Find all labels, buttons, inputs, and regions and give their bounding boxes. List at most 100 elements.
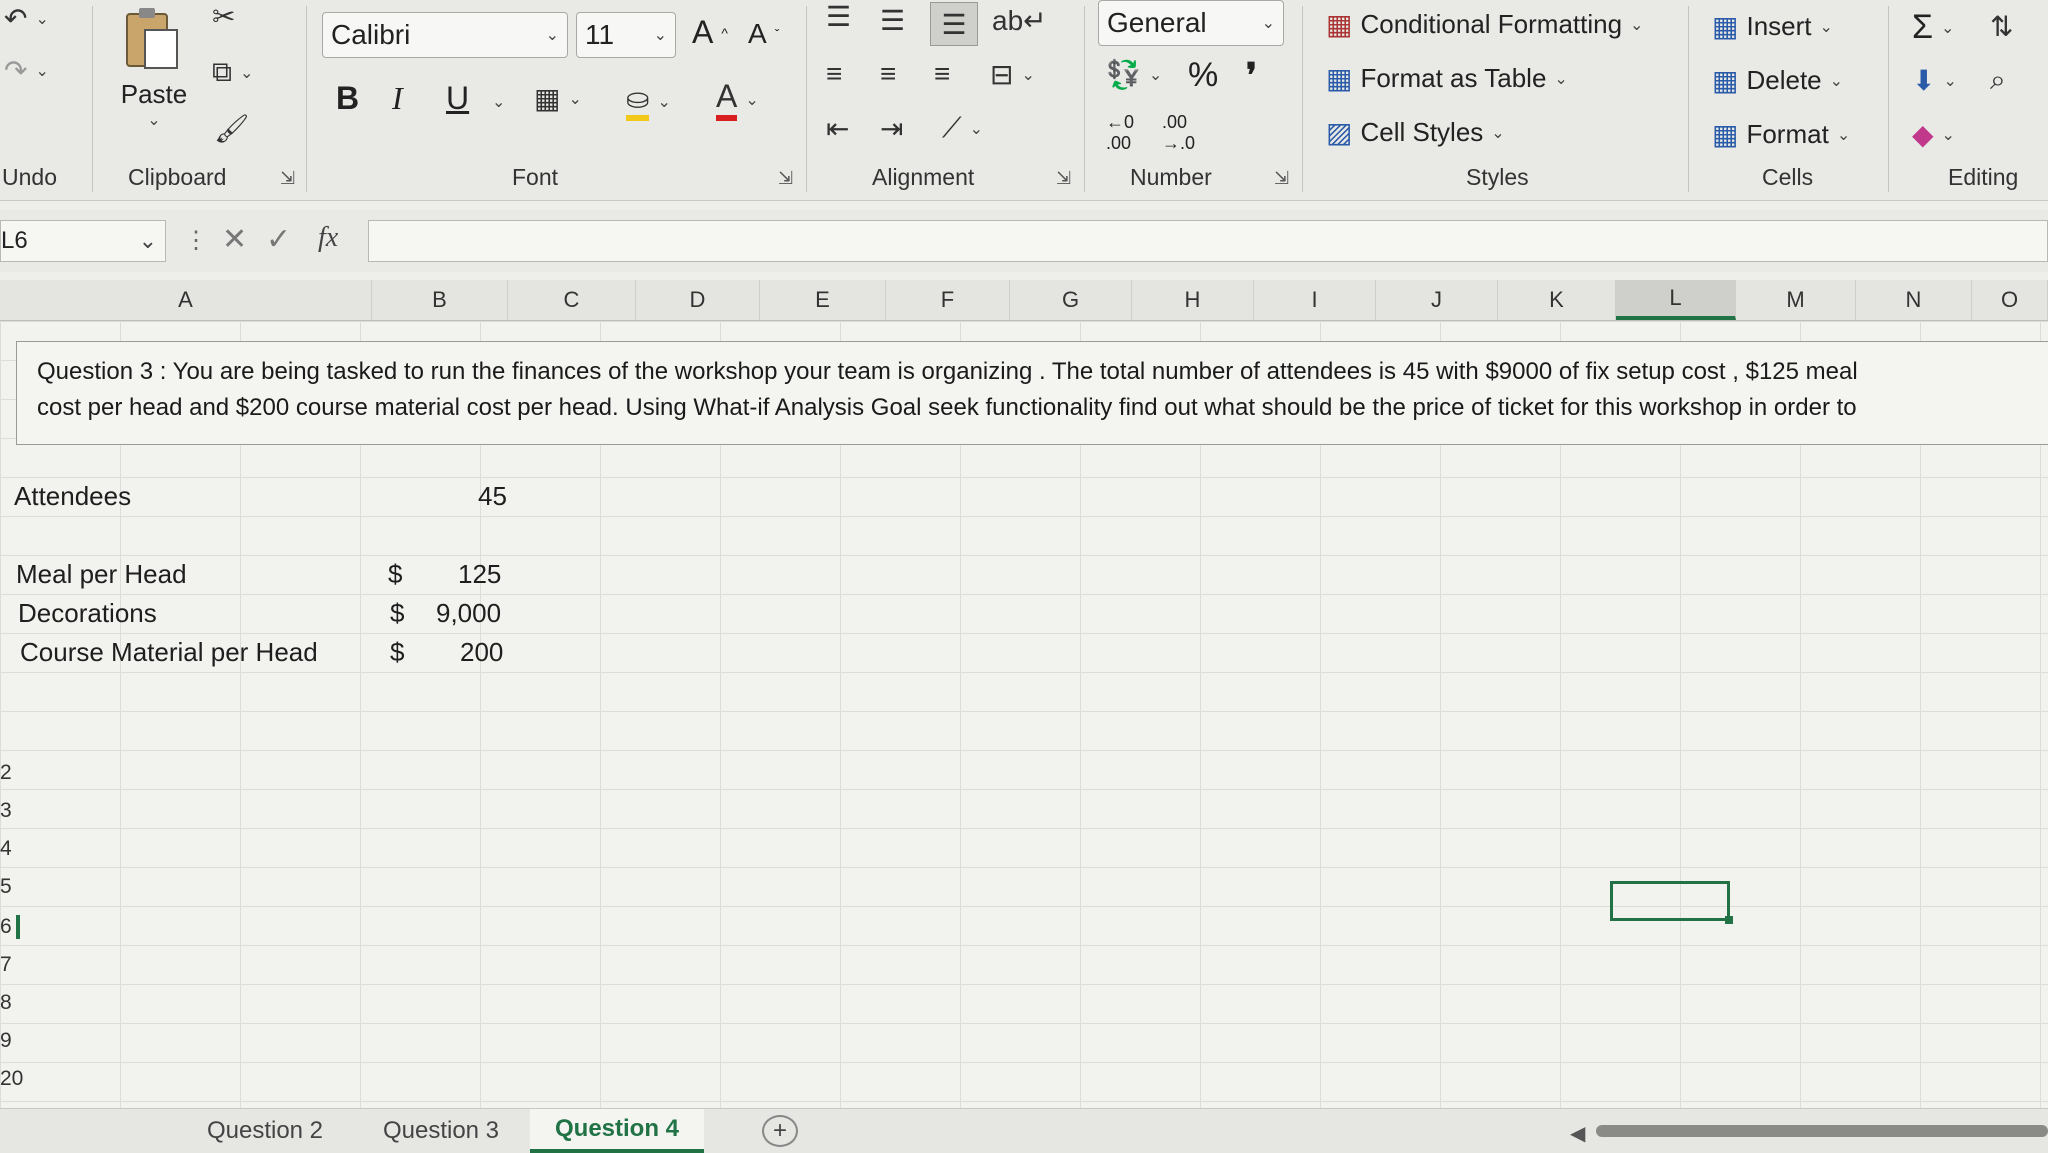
row-number[interactable]: 3 bbox=[0, 799, 12, 823]
worksheet-grid[interactable]: Question 3 : You are being tasked to run… bbox=[0, 321, 2048, 1111]
column-header-h[interactable]: H bbox=[1132, 280, 1254, 320]
comma-style-button[interactable]: ❜ bbox=[1246, 56, 1257, 96]
name-box[interactable]: L6 ⌄ bbox=[0, 220, 166, 262]
meal-per-head-label[interactable]: Meal per Head bbox=[16, 559, 187, 590]
column-header-e[interactable]: E bbox=[760, 280, 886, 320]
format-as-table-button[interactable]: ▦ Format as Table ⌄ bbox=[1326, 62, 1568, 95]
shrink-font-button[interactable]: Aˇ bbox=[748, 18, 779, 50]
enter-icon[interactable]: ✓ bbox=[266, 222, 291, 257]
launcher-icon[interactable]: ⇲ bbox=[778, 168, 793, 189]
horizontal-scrollbar[interactable] bbox=[1596, 1125, 2048, 1137]
bottom-align-button[interactable]: ☰ bbox=[930, 2, 978, 46]
column-header-k[interactable]: K bbox=[1498, 280, 1616, 320]
decorations-label[interactable]: Decorations bbox=[18, 598, 157, 629]
scroll-left-icon[interactable]: ◀ bbox=[1570, 1121, 1585, 1146]
accounting-format-button[interactable]: 💱 ⌄ bbox=[1106, 58, 1162, 91]
column-header-n[interactable]: N bbox=[1856, 280, 1972, 320]
autosum-button[interactable]: Σ ⌄ bbox=[1912, 8, 1954, 47]
row-number[interactable]: 9 bbox=[0, 1029, 12, 1053]
column-header-c[interactable]: C bbox=[508, 280, 636, 320]
column-header-a[interactable]: A bbox=[0, 280, 372, 320]
borders-button[interactable]: ▦ ⌄ bbox=[534, 82, 582, 115]
row-number[interactable]: 2 bbox=[0, 761, 12, 785]
align-left-button[interactable]: ≡ bbox=[826, 58, 842, 90]
grow-font-button[interactable]: A ^ bbox=[692, 14, 728, 51]
question-text-line1: Question 3 : You are being tasked to run… bbox=[37, 358, 1858, 385]
launcher-icon[interactable]: ⇲ bbox=[280, 168, 295, 189]
launcher-icon[interactable]: ⇲ bbox=[1274, 168, 1289, 189]
column-header-l[interactable]: L bbox=[1616, 280, 1736, 320]
top-align-button[interactable]: ☰ bbox=[826, 0, 851, 33]
formula-input[interactable] bbox=[368, 220, 2048, 262]
row-number[interactable]: 7 bbox=[0, 953, 12, 977]
tab-question-4[interactable]: Question 4 bbox=[530, 1109, 704, 1153]
column-header-j[interactable]: J bbox=[1376, 280, 1498, 320]
increase-indent-button[interactable]: ⇥ bbox=[880, 112, 903, 145]
font-color-button[interactable]: A ⌄ bbox=[716, 78, 759, 121]
redo-button[interactable]: ↷ ⌄ bbox=[4, 54, 49, 87]
column-header-o[interactable]: O bbox=[1972, 280, 2048, 320]
row-number[interactable]: 20 bbox=[0, 1067, 23, 1091]
number-format-dropdown[interactable]: General ⌄ bbox=[1098, 0, 1284, 46]
fill-handle[interactable] bbox=[1725, 916, 1733, 924]
column-header-d[interactable]: D bbox=[636, 280, 760, 320]
divider bbox=[1084, 6, 1085, 192]
tab-question-2[interactable]: Question 2 bbox=[190, 1109, 340, 1153]
insert-button[interactable]: ▦ Insert ⌄ bbox=[1712, 10, 1833, 43]
decrease-indent-button[interactable]: ⇤ bbox=[826, 112, 849, 145]
find-select-button[interactable]: ⌕ bbox=[1990, 64, 2006, 97]
fill-button[interactable]: ⬇ ⌄ bbox=[1912, 64, 1957, 97]
column-header-i[interactable]: I bbox=[1254, 280, 1376, 320]
active-cell-selection[interactable] bbox=[1610, 881, 1730, 921]
row-number[interactable]: 8 bbox=[0, 991, 12, 1015]
cut-button[interactable]: ✂ bbox=[212, 0, 235, 33]
middle-align-button[interactable]: ☰ bbox=[880, 4, 905, 37]
column-header-b[interactable]: B bbox=[372, 280, 508, 320]
course-material-label[interactable]: Course Material per Head bbox=[20, 637, 318, 668]
decrease-decimal-button[interactable]: .00 →.0 bbox=[1162, 112, 1195, 154]
cancel-icon[interactable]: ✕ bbox=[222, 222, 247, 257]
column-header-m[interactable]: M bbox=[1736, 280, 1856, 320]
increase-decimal-button[interactable]: ←0.00 bbox=[1106, 112, 1134, 154]
clear-button[interactable]: ◆ ⌄ bbox=[1912, 118, 1955, 151]
attendees-value[interactable]: 45 bbox=[478, 481, 507, 512]
merge-center-button[interactable]: ⊟ ⌄ bbox=[990, 58, 1035, 91]
bold-button[interactable]: B bbox=[336, 80, 359, 117]
format-button[interactable]: ▦ Format ⌄ bbox=[1712, 118, 1850, 151]
more-icon[interactable]: ⋮ bbox=[184, 226, 208, 255]
alignment-group-label: Alignment bbox=[872, 164, 975, 190]
format-painter-button[interactable]: 🖌 bbox=[214, 112, 250, 145]
delete-button[interactable]: ▦ Delete ⌄ bbox=[1712, 64, 1843, 97]
row-number-selected[interactable]: 6 bbox=[0, 915, 20, 939]
launcher-icon[interactable]: ⇲ bbox=[1056, 168, 1071, 189]
copy-button[interactable]: ⧉ ⌄ bbox=[212, 56, 253, 89]
wrap-text-button[interactable]: ab↵ bbox=[992, 4, 1047, 37]
paste-button[interactable]: Paste ⌄ bbox=[118, 4, 190, 130]
undo-button[interactable]: ↶ ⌄ bbox=[4, 2, 49, 35]
percent-button[interactable]: % bbox=[1188, 56, 1218, 95]
meal-per-head-value[interactable]: 125 bbox=[458, 559, 501, 590]
attendees-label[interactable]: Attendees bbox=[14, 481, 131, 512]
align-center-button[interactable]: ≡ bbox=[880, 58, 896, 90]
underline-button[interactable]: U bbox=[446, 80, 469, 117]
row-number[interactable]: 5 bbox=[0, 875, 12, 899]
column-header-f[interactable]: F bbox=[886, 280, 1010, 320]
font-name-dropdown[interactable]: Calibri ⌄ bbox=[322, 12, 568, 58]
font-size-dropdown[interactable]: 11 ⌄ bbox=[576, 12, 676, 58]
conditional-formatting-button[interactable]: ▦ Conditional Formatting ⌄ bbox=[1326, 8, 1643, 41]
question-cell[interactable]: Question 3 : You are being tasked to run… bbox=[16, 341, 2048, 445]
fill-color-button[interactable]: ⛀ ⌄ bbox=[626, 82, 671, 121]
row-number[interactable]: 4 bbox=[0, 837, 12, 861]
chevron-down-icon[interactable]: ⌄ bbox=[492, 92, 505, 112]
add-sheet-button[interactable]: + bbox=[762, 1115, 798, 1147]
course-material-value[interactable]: 200 bbox=[460, 637, 503, 668]
cell-styles-button[interactable]: ▨ Cell Styles ⌄ bbox=[1326, 116, 1505, 149]
align-right-button[interactable]: ≡ bbox=[934, 58, 950, 90]
sort-filter-button[interactable]: ⇅ bbox=[1990, 10, 2013, 43]
insert-function-button[interactable]: fx bbox=[318, 222, 338, 254]
orientation-button[interactable]: ⟋ ⌄ bbox=[942, 112, 983, 145]
decorations-value[interactable]: 9,000 bbox=[436, 598, 501, 629]
column-header-g[interactable]: G bbox=[1010, 280, 1132, 320]
italic-button[interactable]: I bbox=[392, 80, 403, 117]
tab-question-3[interactable]: Question 3 bbox=[366, 1109, 516, 1153]
